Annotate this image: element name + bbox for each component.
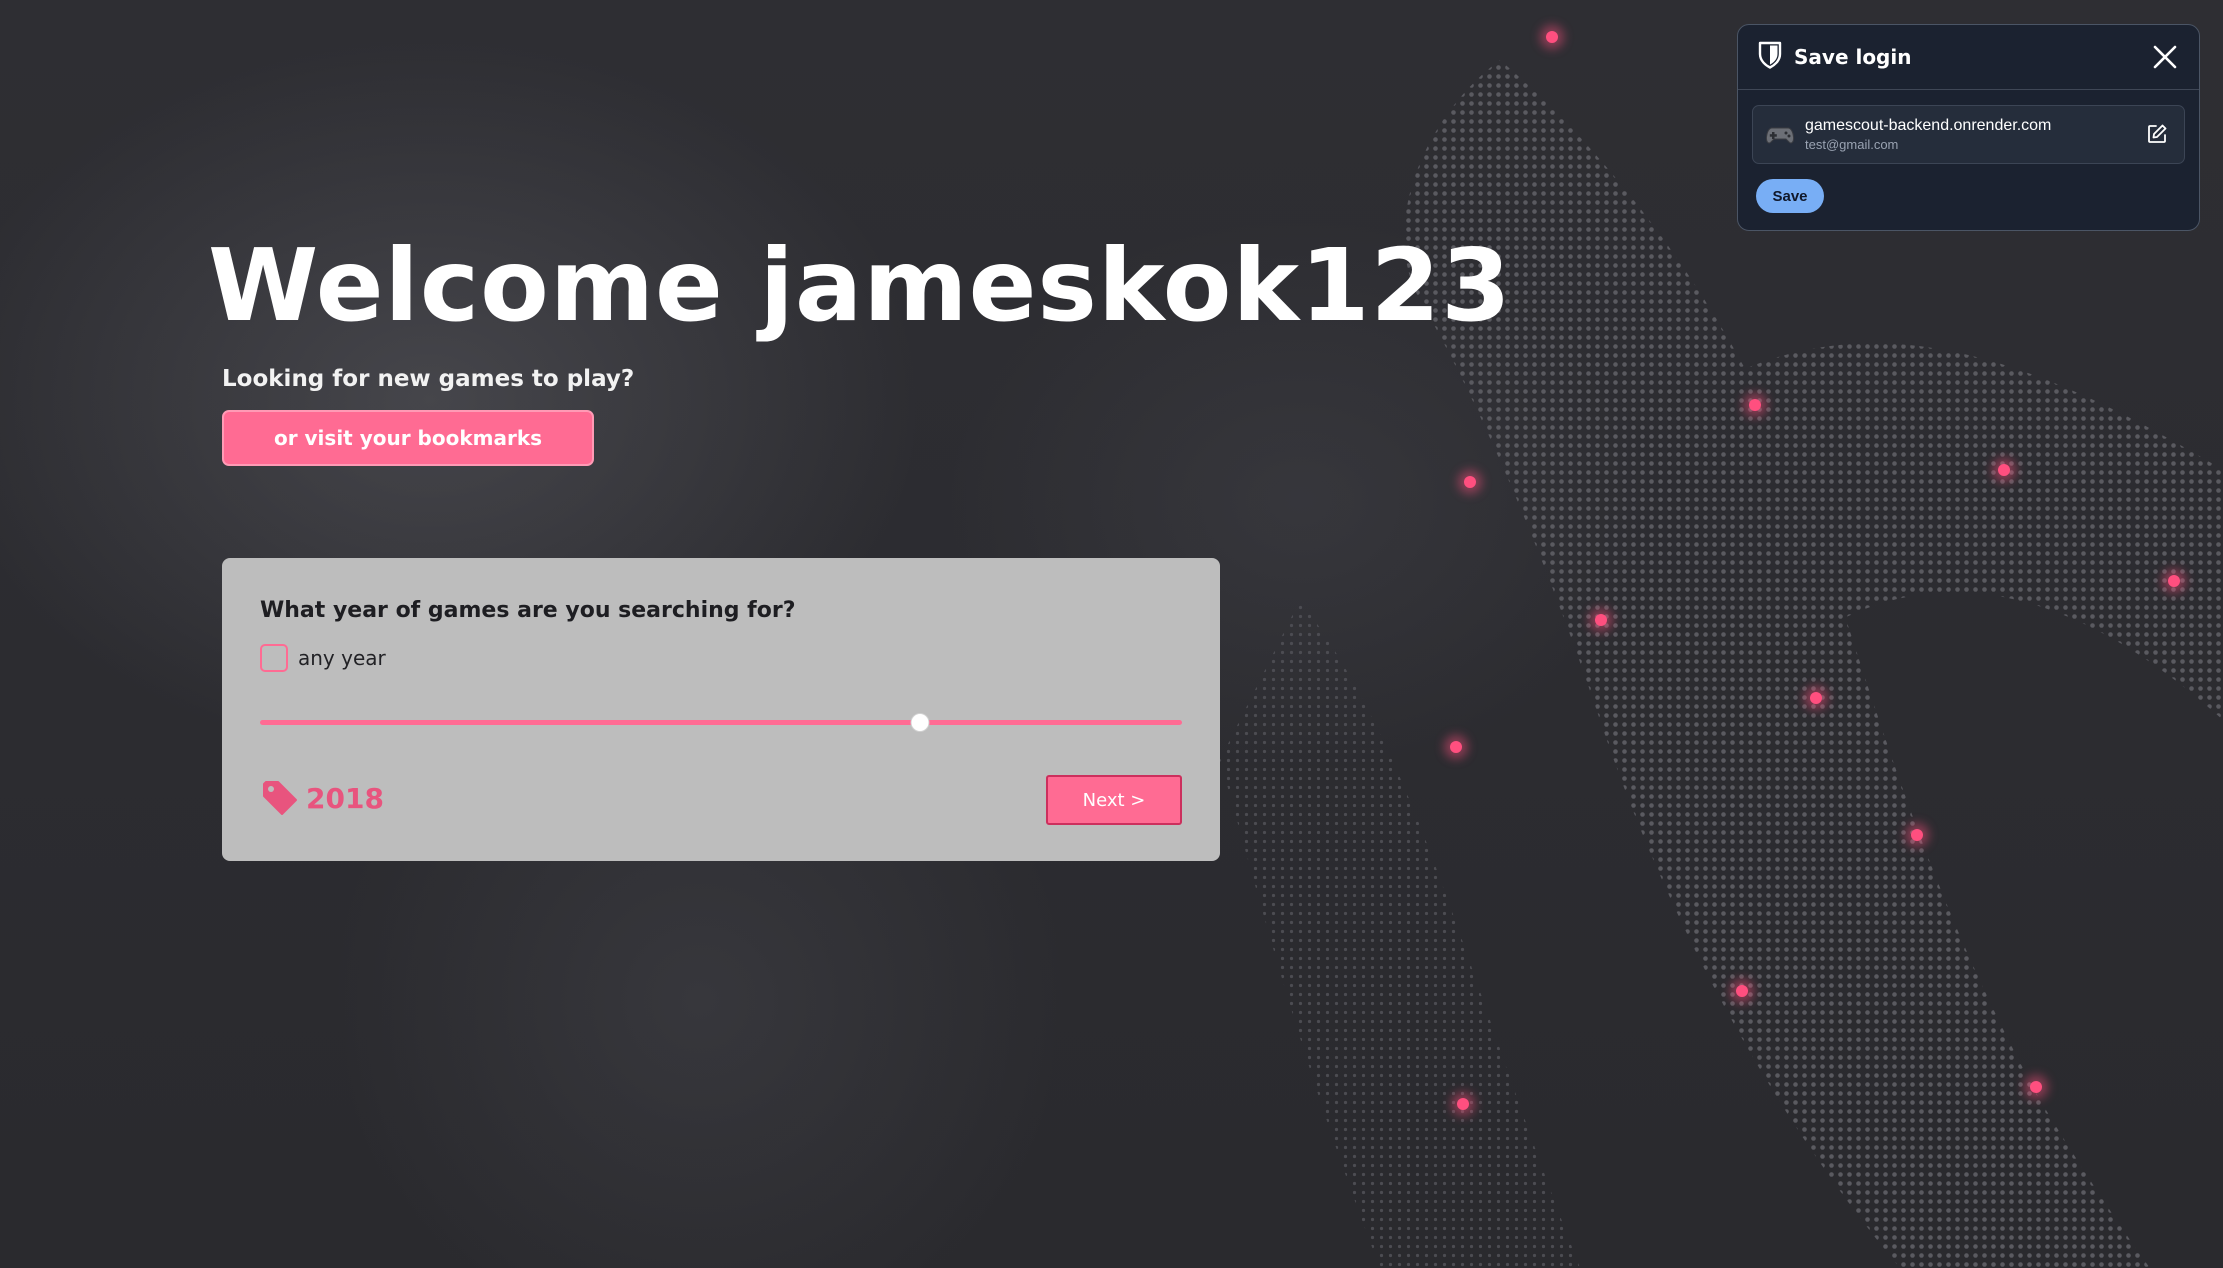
bookmarks-button[interactable]: or visit your bookmarks <box>222 410 594 466</box>
selected-year-value: 2018 <box>306 781 384 815</box>
popup-header: Save login <box>1738 25 2199 90</box>
tag-icon <box>260 778 300 818</box>
year-slider[interactable] <box>260 713 1182 732</box>
welcome-heading: Welcome jameskok123 <box>208 227 1512 344</box>
next-button[interactable]: Next > <box>1046 775 1182 825</box>
login-username: test@gmail.com <box>1805 137 1899 152</box>
year-question: What year of games are you searching for… <box>260 598 796 623</box>
glow-dot <box>1546 31 1558 43</box>
year-slider-track[interactable] <box>260 720 1182 725</box>
glow-dot <box>1810 692 1822 704</box>
login-site: gamescout-backend.onrender.com <box>1805 117 2052 134</box>
edit-icon[interactable] <box>2146 123 2168 145</box>
glow-dot <box>2030 1081 2042 1093</box>
selected-year-display: 2018 <box>260 778 384 818</box>
glow-dot <box>1457 1098 1469 1110</box>
glow-dot <box>1450 741 1462 753</box>
glow-dot <box>1911 829 1923 841</box>
glow-dot <box>1595 614 1607 626</box>
glow-dot <box>1998 464 2010 476</box>
shield-icon <box>1758 41 1782 73</box>
glow-dot <box>1464 476 1476 488</box>
gamepad-icon <box>1765 120 1795 150</box>
any-year-option[interactable]: any year <box>260 644 386 672</box>
glow-dot <box>2168 575 2180 587</box>
save-login-popup: Save login gamescout-backend.onrender.co… <box>1737 24 2200 231</box>
login-item[interactable]: gamescout-backend.onrender.com test@gmai… <box>1752 105 2185 164</box>
any-year-label: any year <box>298 646 386 670</box>
year-slider-thumb[interactable] <box>910 713 930 732</box>
any-year-checkbox[interactable] <box>260 644 288 672</box>
save-button[interactable]: Save <box>1756 179 1824 213</box>
glow-dot <box>1749 399 1761 411</box>
popup-title: Save login <box>1794 45 1912 69</box>
close-icon[interactable] <box>2151 43 2179 71</box>
year-selection-card: What year of games are you searching for… <box>222 558 1220 861</box>
glow-dot <box>1736 985 1748 997</box>
hero-subtitle: Looking for new games to play? <box>222 366 635 392</box>
